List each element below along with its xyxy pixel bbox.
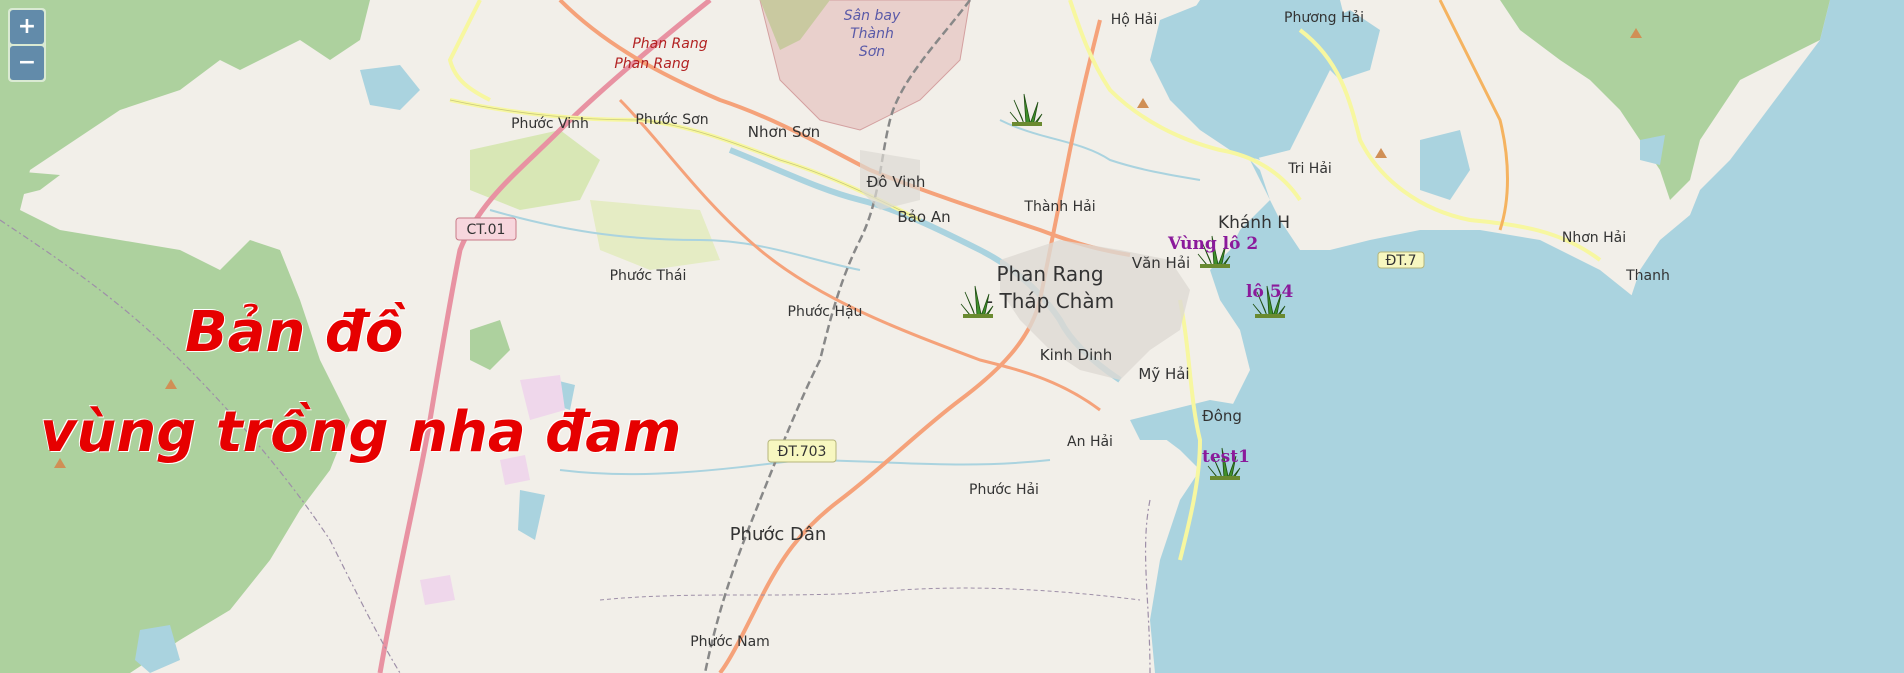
place-label: An Hải	[1067, 434, 1113, 450]
place-label: Kinh Dinh	[1040, 346, 1113, 364]
place-label: Văn Hải	[1132, 254, 1190, 272]
crop-patch-3	[420, 575, 455, 605]
place-label: Nhơn Hải	[1562, 230, 1626, 246]
map-title-line2: vùng trồng nha đam	[40, 400, 682, 465]
place-label: Tri Hải	[1287, 161, 1332, 177]
map-title-line1: Bản đồ	[185, 300, 404, 365]
zoom-out-button[interactable]: −	[10, 46, 44, 80]
place-label: Phan Rang	[996, 262, 1103, 286]
place-label: Phước Sơn	[635, 112, 708, 128]
marker-label: Vùng lô 2	[1167, 234, 1258, 254]
place-label: Phước Thái	[610, 268, 687, 284]
place-label: Phan Rang	[614, 56, 689, 72]
zoom-in-button[interactable]: +	[10, 10, 44, 44]
place-label: Đông	[1202, 407, 1242, 425]
place-label: Đô Vinh	[867, 173, 926, 191]
marker-label: test1	[1202, 447, 1250, 467]
road-shield-dt703: ĐT.703	[767, 439, 837, 463]
place-label: Phước Vinh	[511, 116, 589, 132]
place-label: Mỹ Hải	[1138, 365, 1189, 383]
place-label: Thành	[850, 26, 894, 42]
zoom-control: + −	[8, 8, 46, 82]
place-label: Hộ Hải	[1111, 12, 1158, 28]
place-label: Sơn	[859, 44, 885, 60]
marker-label: lô 54	[1246, 282, 1294, 302]
place-label: Phước Nam	[690, 634, 770, 650]
place-label: Bảo An	[897, 208, 950, 226]
place-label: Khánh H	[1218, 213, 1290, 233]
road-shield-dt7x: ĐT.7	[1377, 251, 1425, 269]
road-label-ct01: CT.01	[467, 222, 506, 238]
place-label: Phước Dân	[730, 524, 827, 545]
place-label: Phước Hậu	[788, 304, 863, 320]
road-shield-ct01: CT.01	[455, 217, 517, 241]
road-label-dt703: ĐT.703	[778, 444, 827, 460]
road-label-dt7x: ĐT.7	[1385, 253, 1416, 269]
place-label: Nhơn Sơn	[748, 123, 820, 141]
place-label: Thành Hải	[1023, 199, 1095, 215]
place-label: Phan Rang	[632, 36, 707, 52]
place-label: Phước Hải	[969, 482, 1039, 498]
place-label: Sân bay	[844, 8, 901, 24]
place-label: - Tháp Chàm	[986, 289, 1114, 313]
place-label: Thanh	[1625, 268, 1670, 284]
place-label: Phương Hải	[1284, 10, 1364, 26]
